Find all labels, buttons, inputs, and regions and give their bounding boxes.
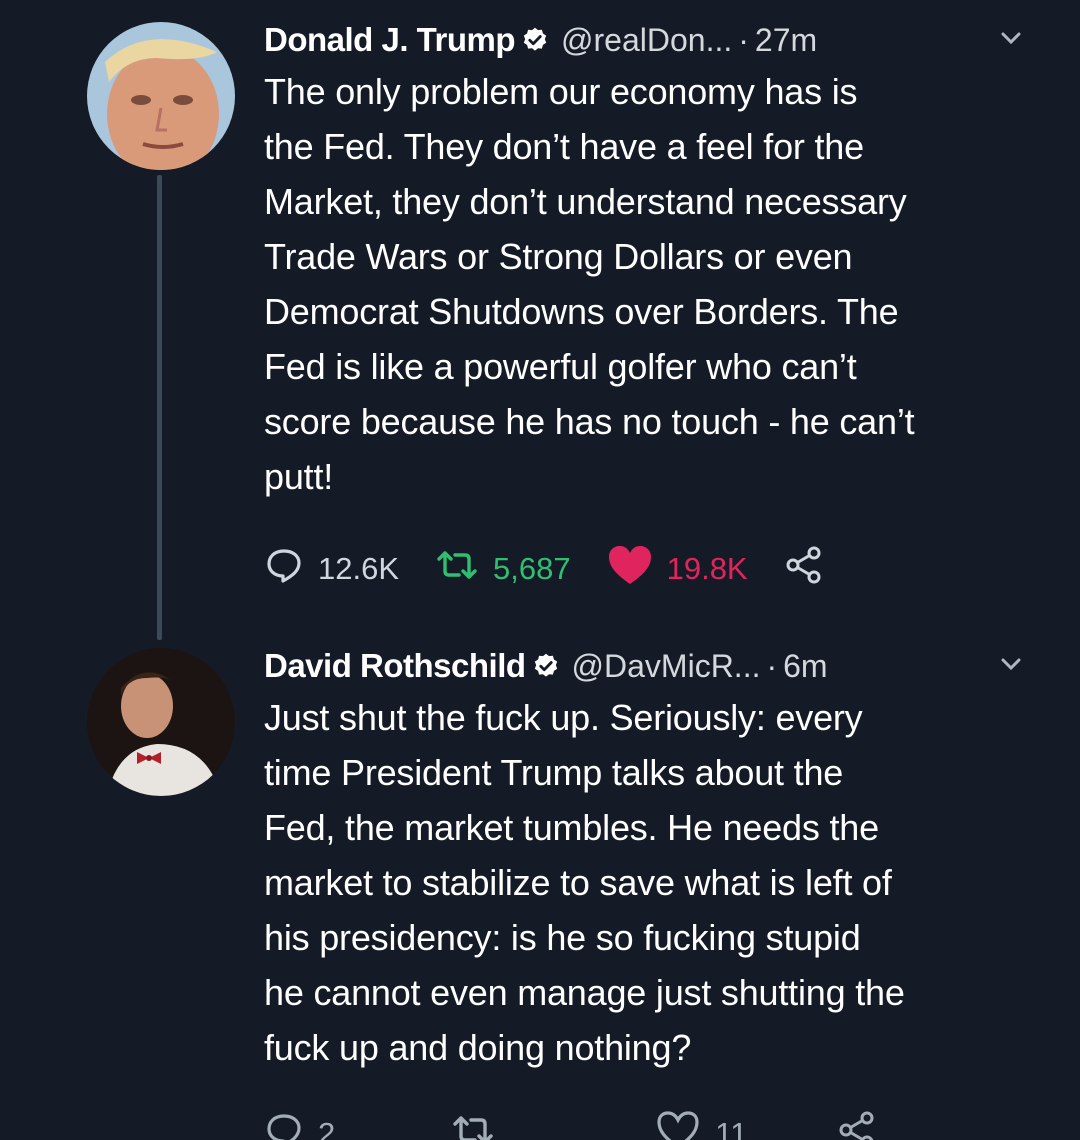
avatar[interactable] [87,648,235,796]
display-name[interactable]: David Rothschild [264,647,526,685]
tweet-actions: 2 11 [264,1109,1044,1140]
tweet-header: Donald J. Trump @realDon... · 27m [264,16,1044,64]
like-count: 19.8K [666,551,748,586]
retweet-icon [451,1112,495,1140]
display-name[interactable]: Donald J. Trump [264,21,516,59]
share-button[interactable] [837,1110,877,1140]
avatar[interactable] [87,22,235,170]
retweet-button[interactable]: 5,687 [435,547,571,591]
chevron-down-icon[interactable] [1000,656,1022,677]
separator-dot: · [766,647,778,684]
retweet-icon [435,547,479,591]
tweet-text: The only problem our economy has is the … [264,71,915,497]
tweet-header: David Rothschild @DavMicR... · 6m [264,642,1044,690]
user-handle[interactable]: @realDon... [561,22,732,59]
reply-count: 12.6K [318,551,400,586]
retweet-count: 5,687 [493,551,571,586]
verified-icon [532,652,560,680]
tweet-trump[interactable]: Donald J. Trump @realDon... · 27m The on… [0,0,1080,640]
timestamp[interactable]: 27m [755,22,817,59]
share-button[interactable] [784,545,824,593]
tweet-text: Just shut the fuck up. Seriously: every … [264,697,905,1068]
reply-button[interactable]: 12.6K [264,545,399,593]
like-button[interactable]: 19.8K [607,544,748,594]
reply-icon [264,545,304,593]
chevron-down-icon[interactable] [1000,30,1022,51]
like-button[interactable]: 11 [655,1109,747,1140]
reply-icon [264,1110,304,1140]
timestamp[interactable]: 6m [783,648,827,685]
verified-icon [521,26,549,54]
user-handle[interactable]: @DavMicR... [572,648,761,685]
reply-count: 2 [318,1116,336,1140]
tweet-actions: 12.6K 5,687 19.8K [264,544,1044,594]
like-icon [607,544,653,594]
share-icon [837,1110,877,1140]
separator-dot: · [738,21,749,58]
like-count: 11 [715,1116,748,1140]
retweet-button[interactable] [451,1112,509,1140]
reply-button[interactable]: 2 [264,1110,335,1140]
tweet-rothschild[interactable]: David Rothschild @DavMicR... · 6m Just s… [0,640,1080,1140]
like-icon [655,1109,701,1140]
share-icon [784,545,824,593]
